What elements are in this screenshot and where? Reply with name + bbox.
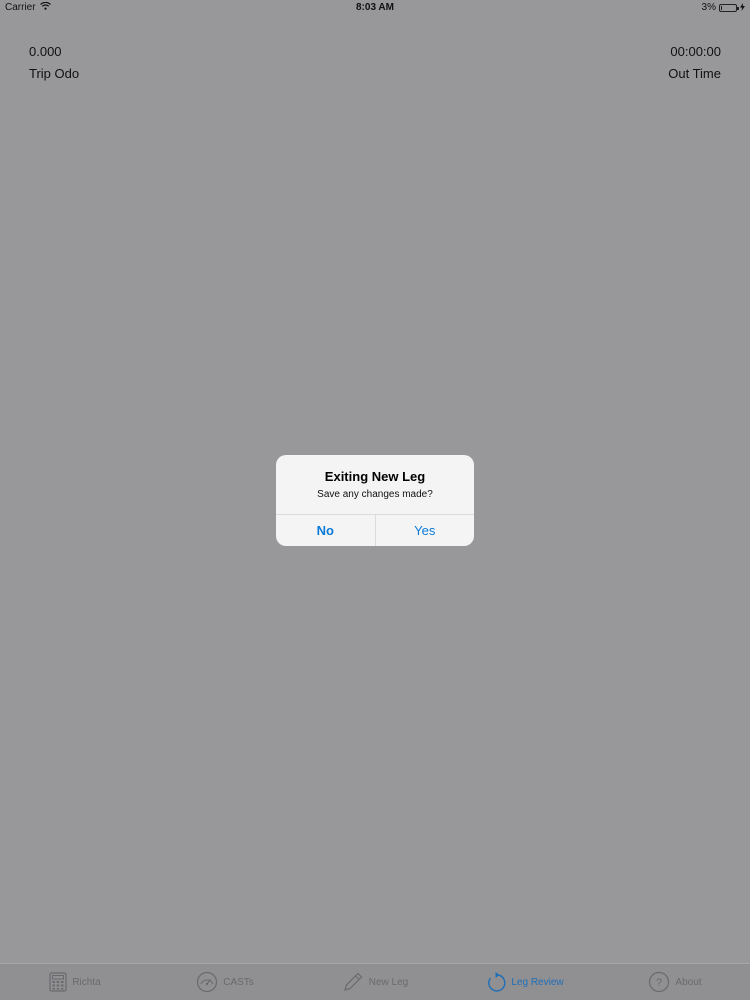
yes-button[interactable]: Yes [374,515,475,546]
alert-title: Exiting New Leg [324,469,426,484]
status-right: 3% [702,2,745,13]
out-time-label: Out Time [668,66,721,81]
refresh-icon [486,971,506,993]
trip-odo-value: 0.000 [29,44,62,59]
out-time-value: 00:00:00 [670,44,721,59]
alert-buttons: No Yes [276,514,474,546]
tab-new-leg-label: New Leg [368,976,409,988]
trip-odo-label: Trip Odo [29,66,80,81]
calculator-icon [49,972,67,992]
question-circle-icon: ? [648,971,670,993]
tab-richta[interactable]: Richta [0,964,150,1000]
svg-text:?: ? [656,977,662,989]
pencil-icon [342,971,364,993]
tab-new-leg[interactable]: New Leg [300,964,450,1000]
trip-odo-readout: 0.000 Trip Odo [29,44,79,81]
status-bar: Carrier 8:03 AM 3% [0,0,750,16]
speedometer-icon [196,971,218,993]
tab-leg-review[interactable]: Leg Review [450,964,600,1000]
tab-richta-label: Richta [72,976,101,988]
alert-message: Save any changes made? [317,489,433,500]
no-button[interactable]: No [276,515,375,546]
battery-icon [719,3,739,12]
tab-casts[interactable]: CASTs [150,964,300,1000]
out-time-readout: 00:00:00 Out Time [668,44,721,81]
tab-about-label: About [675,976,702,988]
tab-bar: Richta CASTs New Leg Leg Review ? About [0,963,750,1000]
status-time: 8:03 AM [356,2,394,13]
tab-casts-label: CASTs [223,976,254,988]
tab-leg-review-label: Leg Review [511,976,564,988]
battery-percent: 3% [701,2,716,13]
exit-alert-dialog: Exiting New Leg Save any changes made? N… [276,455,474,546]
charging-icon [740,2,745,13]
tab-about[interactable]: ? About [600,964,750,1000]
